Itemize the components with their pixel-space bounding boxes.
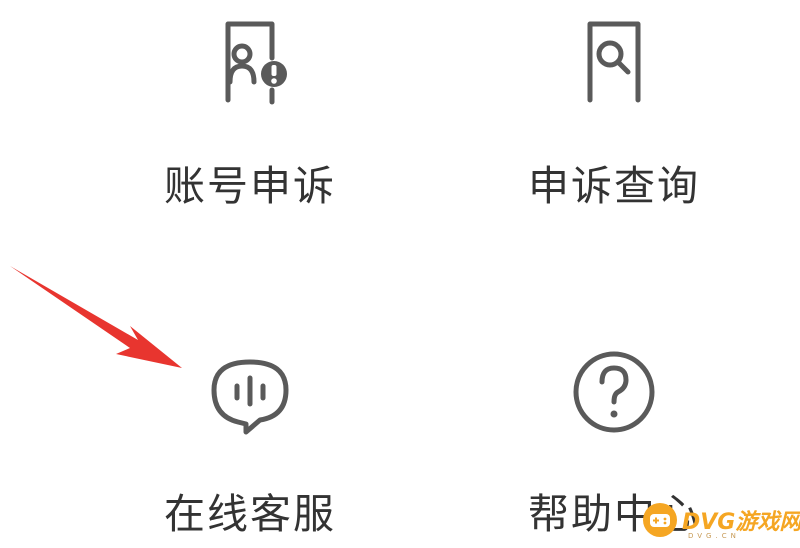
- help-center-icon: [573, 351, 655, 433]
- online-service-icon: [211, 359, 289, 435]
- account-appeal-label: 账号申诉: [164, 162, 336, 210]
- red-pointer-arrow-icon: [10, 266, 182, 368]
- appeal-query-icon: [587, 21, 641, 103]
- account-appeal-button[interactable]: 账号申诉: [120, 0, 380, 220]
- watermark: DVG游戏网 DVG.CN: [642, 500, 800, 544]
- appeal-query-button[interactable]: 申诉查询: [484, 0, 744, 220]
- watermark-subtext: DVG.CN: [688, 532, 740, 540]
- appeal-query-label: 申诉查询: [528, 162, 700, 210]
- gamepad-logo-icon: [643, 503, 677, 537]
- account-appeal-icon: [225, 21, 287, 105]
- online-service-label: 在线客服: [164, 490, 336, 538]
- help-center-button[interactable]: 帮助中心: [484, 300, 744, 538]
